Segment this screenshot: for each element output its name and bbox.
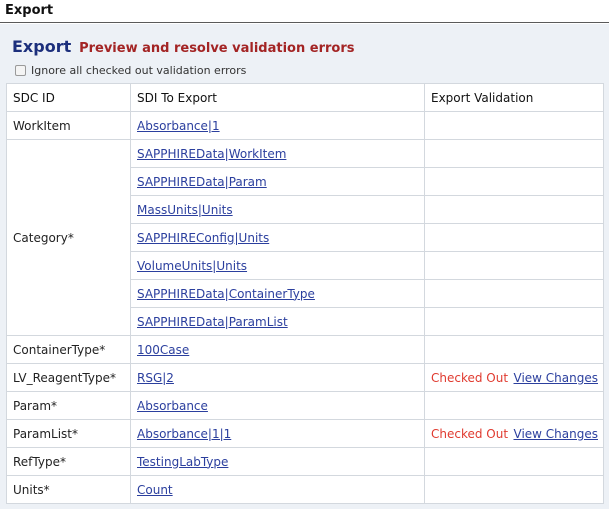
table-row: LV_ReagentType* RSG|2 Checked Out View Chan…: [6, 363, 604, 392]
sdi-cell: SAPPHIREConfig|Units: [130, 223, 425, 252]
validation-cell: Checked Out View Changes: [424, 363, 604, 392]
sdi-cell: SAPPHIREData|WorkItem: [130, 139, 425, 168]
ignore-errors-label: Ignore all checked out validation errors: [31, 64, 247, 77]
export-table: SDC ID SDI To Export Export Validation W…: [6, 83, 604, 504]
sdi-cell: Count: [130, 475, 425, 504]
window-title: Export: [0, 0, 609, 23]
validation-cell: [424, 167, 604, 196]
sdi-cell: SAPPHIREData|ParamList: [130, 307, 425, 336]
validation-cell: [424, 111, 604, 140]
sdi-link[interactable]: SAPPHIREConfig|Units: [137, 231, 269, 245]
table-header-row: SDC ID SDI To Export Export Validation: [6, 83, 604, 112]
sdi-link[interactable]: Absorbance|1|1: [137, 427, 231, 441]
sdi-link[interactable]: SAPPHIREData|ParamList: [137, 315, 288, 329]
sdi-cell: SAPPHIREData|Param: [130, 167, 425, 196]
validation-content: Checked Out View Changes: [431, 371, 603, 385]
sdi-cell: MassUnits|Units: [130, 195, 425, 224]
sdi-link[interactable]: Absorbance|1: [137, 119, 220, 133]
sdi-link[interactable]: SAPPHIREData|WorkItem: [137, 147, 286, 161]
view-changes-link[interactable]: View Changes: [514, 427, 599, 441]
validation-cell: Checked Out View Changes: [424, 419, 604, 448]
table-row: ContainerType* 100Case: [6, 335, 604, 364]
checked-out-status: Checked Out: [431, 370, 509, 385]
table-row: RefType* TestingLabType: [6, 447, 604, 476]
table-row: Param* Absorbance: [6, 391, 604, 420]
validation-cell: [424, 391, 604, 420]
sdi-link[interactable]: SAPPHIREData|Param: [137, 175, 267, 189]
page-header: Export Preview and resolve validation er…: [12, 37, 354, 56]
sdc-id-cell: Category*: [6, 139, 131, 336]
sdi-cell: Absorbance: [130, 391, 425, 420]
sdi-cell: TestingLabType: [130, 447, 425, 476]
column-header-sdi-to-export: SDI To Export: [130, 83, 425, 112]
validation-cell: [424, 475, 604, 504]
validation-cell: [424, 195, 604, 224]
sdi-link[interactable]: 100Case: [137, 343, 189, 357]
sdc-id-cell: Units*: [6, 475, 131, 504]
sdi-cell: Absorbance|1: [130, 111, 425, 140]
validation-cell: [424, 279, 604, 308]
sdi-link[interactable]: VolumeUnits|Units: [137, 259, 247, 273]
page-title: Export: [12, 37, 72, 56]
ignore-errors-checkbox[interactable]: [15, 65, 26, 76]
validation-cell: [424, 307, 604, 336]
sdi-link[interactable]: SAPPHIREData|ContainerType: [137, 287, 315, 301]
sdi-link[interactable]: TestingLabType: [137, 455, 228, 469]
validation-cell: [424, 447, 604, 476]
sdi-link[interactable]: Absorbance: [137, 399, 208, 413]
validation-cell: [424, 223, 604, 252]
sdi-link[interactable]: Count: [137, 483, 173, 497]
sdi-cell: Absorbance|1|1: [130, 419, 425, 448]
column-header-export-validation: Export Validation: [424, 83, 604, 112]
table-body: WorkItem Absorbance|1 Category* SAPPHIREDat…: [6, 111, 604, 504]
sdi-cell: 100Case: [130, 335, 425, 364]
sdc-id-cell: LV_ReagentType*: [6, 363, 131, 392]
table-row: WorkItem Absorbance|1: [6, 111, 604, 140]
view-changes-link[interactable]: View Changes: [514, 371, 599, 385]
validation-cell: [424, 251, 604, 280]
sdc-id-cell: RefType*: [6, 447, 131, 476]
sdc-id-cell: ContainerType*: [6, 335, 131, 364]
validation-cell: [424, 139, 604, 168]
sdc-id-cell: Param*: [6, 391, 131, 420]
table-row: Category* SAPPHIREData|WorkItem: [6, 139, 604, 336]
table-row: Units* Count: [6, 475, 604, 504]
sdi-cell: SAPPHIREData|ContainerType: [130, 279, 425, 308]
sdi-link[interactable]: RSG|2: [137, 371, 174, 385]
export-panel: Export Preview and resolve validation er…: [0, 24, 609, 509]
validation-cell: [424, 335, 604, 364]
table-row: ParamList* Absorbance|1|1 Checked Out View …: [6, 419, 604, 448]
column-header-sdc-id: SDC ID: [6, 83, 131, 112]
sdi-cell: RSG|2: [130, 363, 425, 392]
sdi-cell: VolumeUnits|Units: [130, 251, 425, 280]
sdc-id-cell: ParamList*: [6, 419, 131, 448]
page-subtitle: Preview and resolve validation errors: [79, 41, 355, 56]
validation-content: Checked Out View Changes: [431, 427, 603, 441]
checked-out-status: Checked Out: [431, 426, 509, 441]
ignore-errors-option[interactable]: Ignore all checked out validation errors: [15, 64, 246, 77]
sdi-link[interactable]: MassUnits|Units: [137, 203, 233, 217]
sdc-id-cell: WorkItem: [6, 111, 131, 140]
